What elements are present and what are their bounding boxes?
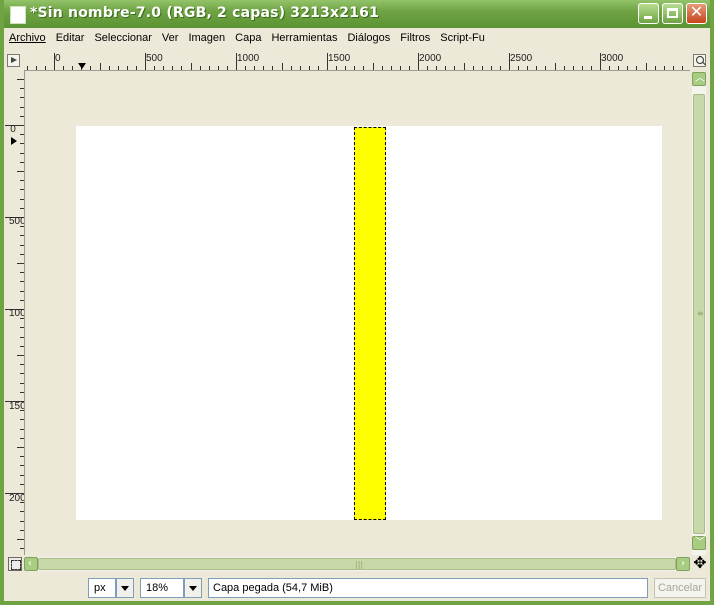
menu-seleccionar[interactable]: Seleccionar [94, 32, 151, 44]
hruler-label-2500: 2500 [510, 53, 533, 64]
status-message: Capa pegada (54,7 MiB) [208, 578, 648, 598]
horizontal-scrollbar[interactable]: ‹ ||| › [24, 557, 690, 571]
canvas-area[interactable] [25, 71, 690, 555]
menu-filtros[interactable]: Filtros [400, 32, 430, 44]
minimize-button[interactable] [638, 3, 659, 24]
menu-ver[interactable]: Ver [162, 32, 179, 44]
navigate-icon [11, 560, 21, 570]
chevron-down-icon: ﹀ [695, 537, 705, 548]
close-button[interactable]: ✕ [686, 2, 707, 24]
menu-seleccionar-label: Seleccionar [94, 32, 152, 44]
vruler-label-500: 500 [9, 216, 25, 227]
grip-icon: ||| [355, 560, 364, 569]
scroll-up-button[interactable]: ︿ [692, 72, 706, 86]
vruler-label-2000: 2000 [9, 493, 24, 504]
zoom-fit-button[interactable] [693, 54, 706, 67]
unit-select[interactable]: px [88, 578, 116, 598]
vruler-label-1500: 1500 [9, 401, 24, 412]
pasted-layer[interactable] [354, 127, 386, 520]
chevron-down-icon [121, 586, 129, 591]
hruler-label-3000: 3000 [601, 53, 624, 64]
triangle-right-icon [11, 57, 17, 63]
menu-filtros-label: Filtros [400, 32, 431, 44]
hruler-label-500: 500 [146, 53, 163, 64]
menu-archivo[interactable]: Archivo [9, 32, 46, 44]
minimize-icon [644, 16, 652, 19]
menu-dialogos-label: Diálogos [347, 32, 391, 44]
menu-editar-label: Editar [55, 32, 85, 44]
vruler-label-1000: 1000 [9, 308, 24, 319]
magnifier-handle [702, 61, 706, 66]
scroll-left-button[interactable]: ‹ [24, 557, 38, 571]
title-bar[interactable]: *Sin nombre-7.0 (RGB, 2 capas) 3213x2161… [4, 0, 710, 28]
navigate-button[interactable] [8, 557, 22, 571]
zoom-dropdown-button[interactable] [184, 578, 202, 598]
vertical-scroll-thumb[interactable]: ≡ [693, 94, 705, 534]
menu-archivo-label: Archivo [9, 32, 46, 44]
window-title: *Sin nombre-7.0 (RGB, 2 capas) 3213x2161 [30, 5, 380, 21]
menu-dialogos[interactable]: Diálogos [347, 32, 390, 44]
menu-imagen[interactable]: Imagen [188, 32, 225, 44]
chevron-right-icon: › [681, 558, 685, 569]
maximize-button[interactable] [662, 3, 683, 24]
menu-ver-label: Ver [161, 32, 179, 44]
zoom-select[interactable]: 18% [140, 578, 184, 598]
menu-herramientas-label: Herramientas [271, 32, 338, 44]
menu-bar: Archivo Editar Seleccionar Ver Imagen Ca… [4, 28, 710, 48]
image-window: *Sin nombre-7.0 (RGB, 2 capas) 3213x2161… [0, 0, 714, 605]
menu-editar[interactable]: Editar [56, 32, 85, 44]
vertical-ruler[interactable]: 0 500 1000 1500 2000 [4, 70, 25, 555]
vruler-label-0: 0 [10, 124, 16, 135]
cancel-button[interactable]: Cancelar [654, 578, 706, 598]
menu-capa-label: Capa [235, 32, 262, 44]
horizontal-scroll-thumb[interactable]: ||| [38, 558, 676, 570]
unit-dropdown-button[interactable] [116, 578, 134, 598]
menu-capa[interactable]: Capa [235, 32, 261, 44]
menu-script-fu[interactable]: Script-Fu [440, 32, 485, 44]
scroll-down-button[interactable]: ﹀ [692, 536, 706, 550]
horizontal-ruler-ticks [27, 53, 683, 70]
hruler-label-1500: 1500 [328, 53, 351, 64]
menu-herramientas[interactable]: Herramientas [271, 32, 337, 44]
scroll-right-button[interactable]: › [676, 557, 690, 571]
menu-script-fu-label: Script-Fu [440, 32, 485, 44]
menu-imagen-label: Imagen [188, 32, 226, 44]
chevron-down-icon [189, 586, 197, 591]
move-cross-icon[interactable]: ✥ [692, 555, 708, 571]
hruler-label-1000: 1000 [237, 53, 260, 64]
close-icon: ✕ [689, 2, 704, 21]
horizontal-ruler[interactable]: 0 500 1000 1500 2000 2500 3000 [24, 52, 690, 71]
gimp-window-icon[interactable] [10, 6, 26, 24]
chevron-up-icon: ︿ [695, 73, 705, 84]
maximize-icon [667, 8, 678, 18]
grip-icon: ≡ [697, 309, 704, 318]
chevron-left-icon: ‹ [28, 558, 32, 569]
hruler-label-0: 0 [55, 53, 61, 64]
vertical-scrollbar[interactable]: ︿ ≡ ﹀ [692, 72, 706, 555]
pointer-position-marker-vertical [11, 137, 17, 145]
pointer-position-marker [78, 63, 86, 69]
status-bar: px 18% Capa pegada (54,7 MiB) Cancelar [4, 575, 710, 601]
quick-mask-toggle-button[interactable] [7, 54, 20, 67]
hruler-label-2000: 2000 [419, 53, 442, 64]
